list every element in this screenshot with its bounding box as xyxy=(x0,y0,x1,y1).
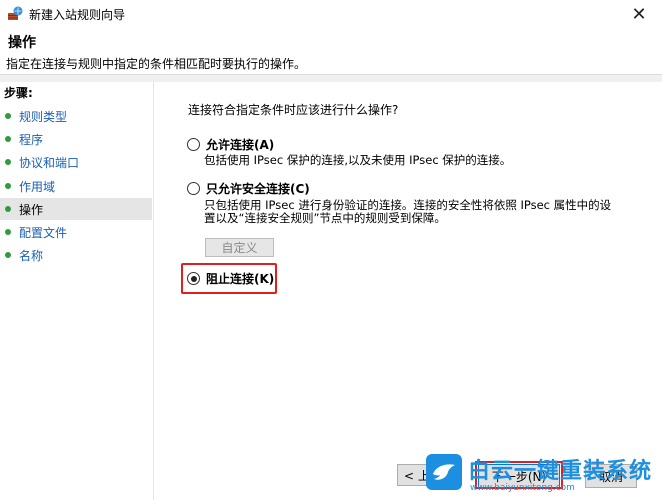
block-connection-label: 阻止连接(K) xyxy=(206,272,275,286)
wizard-header: 操作 指定在连接与规则中指定的条件相匹配时要执行的操作。 xyxy=(0,28,662,75)
step-bullet-icon xyxy=(5,229,11,235)
watermark-text: 白云一键重装系统 xyxy=(468,459,653,484)
step-scope[interactable]: 作用域 xyxy=(0,175,152,197)
block-connection-option[interactable]: 阻止连接(K) xyxy=(187,270,274,287)
step-label: 作用域 xyxy=(19,179,56,194)
allow-secure-description-line2: 置以及“连接安全规则”节点中的规则受到保障。 xyxy=(204,211,446,225)
step-label: 操作 xyxy=(19,202,44,217)
step-label: 协议和端口 xyxy=(19,155,80,170)
step-bullet-icon xyxy=(5,252,11,258)
main-panel: 连接符合指定条件时应该进行什么操作? 允许连接(A) 包括使用 IPsec 保护… xyxy=(154,82,662,500)
step-bullet-icon xyxy=(5,159,11,165)
step-protocol-ports[interactable]: 协议和端口 xyxy=(0,151,152,173)
page-description: 指定在连接与规则中指定的条件相匹配时要执行的操作。 xyxy=(6,57,307,71)
allow-connection-label: 允许连接(A) xyxy=(206,138,275,152)
step-bullet-icon xyxy=(5,113,11,119)
step-bullet-icon xyxy=(5,136,11,142)
customize-button: 自定义 xyxy=(205,238,274,257)
action-question: 连接符合指定条件时应该进行什么操作? xyxy=(188,103,399,117)
step-profile[interactable]: 配置文件 xyxy=(0,221,152,243)
window-title: 新建入站规则向导 xyxy=(29,7,126,22)
watermark-url: www.baiyunxitong.com xyxy=(470,483,575,493)
step-name[interactable]: 名称 xyxy=(0,244,152,266)
page-title: 操作 xyxy=(8,35,36,51)
allow-connection-description: 包括使用 IPsec 保护的连接,以及未使用 IPsec 保护的连接。 xyxy=(204,153,512,167)
step-program[interactable]: 程序 xyxy=(0,128,152,150)
steps-heading: 步骤: xyxy=(4,86,33,100)
allow-secure-radio[interactable] xyxy=(187,182,200,195)
allow-connection-option[interactable]: 允许连接(A) xyxy=(187,136,274,153)
step-bullet-icon xyxy=(5,206,11,212)
steps-sidebar: 步骤: 规则类型 程序 协议和端口 作用域 操作 配置文件 名称 xyxy=(0,82,154,500)
step-action[interactable]: 操作 xyxy=(0,198,152,220)
title-bar: 新建入站规则向导 ✕ xyxy=(0,0,662,28)
step-label: 配置文件 xyxy=(19,225,68,240)
firewall-wizard-icon xyxy=(8,6,23,20)
allow-secure-option[interactable]: 只允许安全连接(C) xyxy=(187,180,310,197)
step-bullet-icon xyxy=(5,183,11,189)
close-button[interactable]: ✕ xyxy=(616,0,662,28)
allow-secure-label: 只允许安全连接(C) xyxy=(206,182,310,196)
block-connection-radio[interactable] xyxy=(187,272,200,285)
allow-secure-description-line1: 只包括使用 IPsec 进行身份验证的连接。连接的安全性将依照 IPsec 属性… xyxy=(204,198,612,212)
step-label: 名称 xyxy=(19,248,44,263)
watermark-bird-shape xyxy=(433,464,455,480)
watermark-bird-icon xyxy=(426,454,462,490)
allow-connection-radio[interactable] xyxy=(187,138,200,151)
step-label: 规则类型 xyxy=(19,109,68,124)
step-rule-type[interactable]: 规则类型 xyxy=(0,105,152,127)
step-label: 程序 xyxy=(19,132,44,147)
